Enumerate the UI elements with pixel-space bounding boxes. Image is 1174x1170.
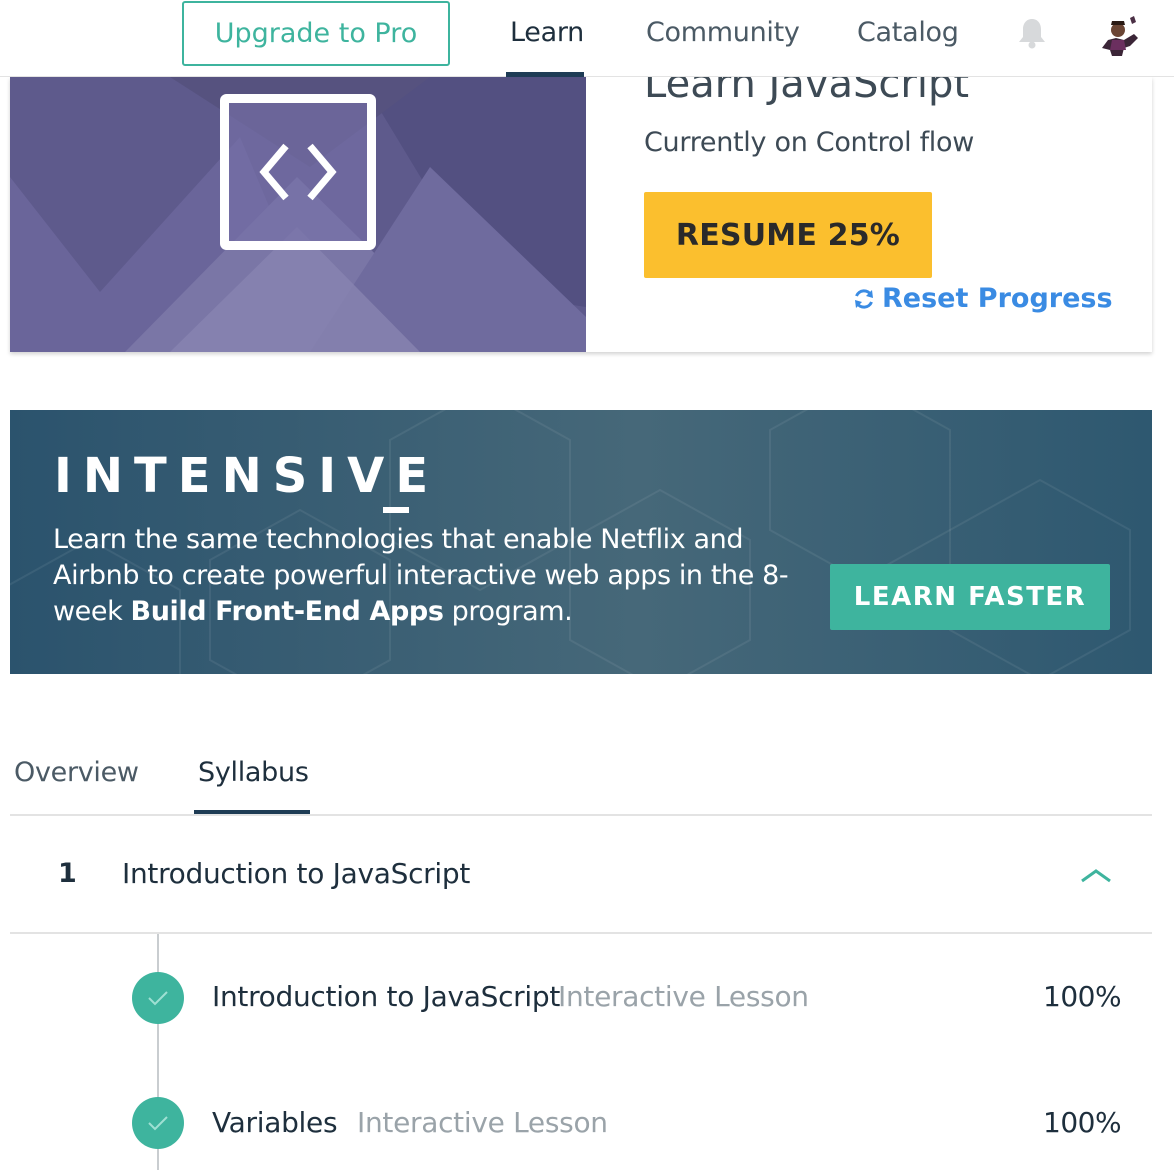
tab-syllabus[interactable]: Syllabus	[198, 757, 309, 788]
resume-button[interactable]: RESUME 25%	[644, 192, 932, 278]
nav-active-indicator	[506, 72, 584, 77]
lesson-name[interactable]: Variables	[212, 1106, 338, 1139]
intensive-description: Learn the same technologies that enable …	[53, 524, 789, 627]
refresh-icon	[855, 288, 873, 309]
bell-icon[interactable]	[1016, 16, 1048, 50]
chapter-number: 1	[58, 858, 77, 889]
check-icon	[132, 1097, 184, 1149]
tab-overview[interactable]: Overview	[14, 757, 139, 788]
tabs-divider	[10, 814, 1152, 816]
code-brackets-icon	[220, 94, 376, 250]
course-banner	[10, 77, 586, 352]
lesson-name[interactable]: Introduction to JavaScript	[212, 980, 560, 1013]
lesson-percent: 100%	[1043, 1106, 1122, 1139]
reset-progress-label: Reset Progress	[882, 283, 1113, 314]
intensive-underscore	[383, 507, 409, 513]
nav-link-community[interactable]: Community	[646, 17, 800, 48]
chapter-title[interactable]: Introduction to JavaScript	[122, 857, 470, 890]
course-card: Learn JavaScript Currently on Control fl…	[10, 61, 1152, 352]
lesson-type: Interactive Lesson	[357, 1106, 608, 1139]
intensive-promo-banner: INTENSIVE Learn the same technologies th…	[10, 410, 1152, 674]
check-icon	[132, 972, 184, 1024]
upgrade-to-pro-button[interactable]: Upgrade to Pro	[182, 1, 450, 66]
lesson-percent: 100%	[1043, 980, 1122, 1013]
learn-faster-button[interactable]: LEARN FASTER	[830, 564, 1110, 630]
chevron-up-icon[interactable]	[1079, 866, 1113, 884]
program-name: Build Front-End Apps	[130, 596, 444, 627]
user-avatar[interactable]	[1094, 10, 1142, 56]
nav-link-catalog[interactable]: Catalog	[857, 17, 959, 48]
intensive-heading: INTENSIVE	[54, 448, 440, 504]
chapter-divider	[10, 932, 1152, 934]
nav-link-learn[interactable]: Learn	[510, 17, 584, 48]
reset-progress-link[interactable]: Reset Progress	[852, 283, 1113, 314]
lesson-type: Interactive Lesson	[558, 980, 809, 1013]
course-status: Currently on Control flow	[644, 127, 974, 158]
top-navigation: Upgrade to Pro Learn Community Catalog	[0, 0, 1174, 77]
